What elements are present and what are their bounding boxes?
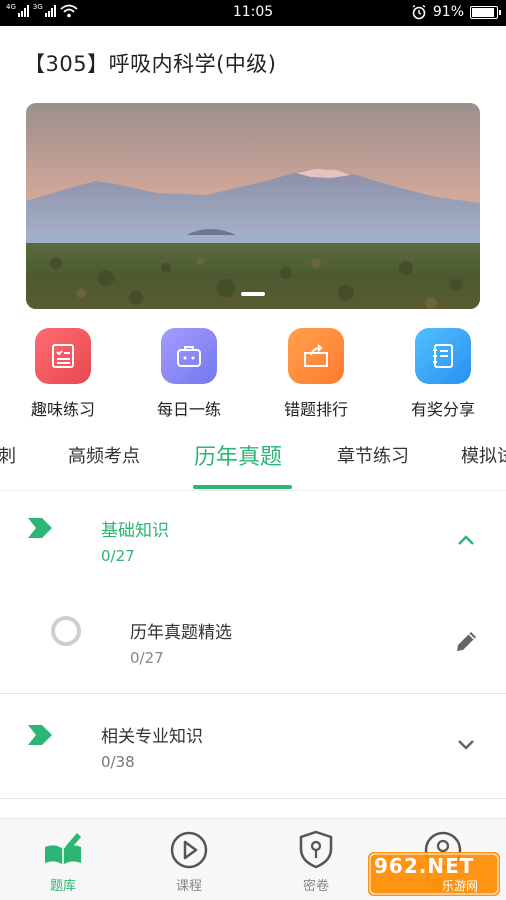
tab-past-exams[interactable]: 历年真题 [194,439,282,471]
active-tab-indicator [193,485,292,489]
battery-fill [472,7,494,17]
page-title: 【305】呼吸内科学(中级) [24,52,277,76]
tab-divider [0,490,506,491]
tab-mock-exam[interactable]: 模拟试 [461,442,506,468]
folder-share-icon [288,328,344,384]
battery-icon [470,5,501,19]
shield-key-icon [299,830,333,869]
section-progress: 0/38 [101,753,135,771]
banner-carousel[interactable] [26,103,480,309]
watermark-subtext: 乐游网 [442,879,479,893]
section-progress: 0/27 [101,547,135,565]
nav-secret-papers[interactable]: 密卷 [276,829,356,894]
play-circle-icon [170,831,208,869]
tab-chapter-practice[interactable]: 章节练习 [337,442,409,468]
book-pen-icon [45,833,81,865]
quiz-list-icon [35,328,91,384]
notebook-icon [415,328,471,384]
sub-item-progress: 0/27 [130,649,164,667]
shortcut-wrong-ranking[interactable]: 错题排行 [261,328,371,420]
shortcut-daily-practice[interactable]: 每日一练 [134,328,244,420]
nav-question-bank[interactable]: 题库 [23,829,103,894]
chevron-down-icon[interactable] [456,738,476,752]
toolbox-icon [161,328,217,384]
category-tabs: 刺 高频考点 历年真题 章节练习 模拟试 [0,430,506,490]
shortcut-grid: 趣味练习 每日一练 错题排行 有奖分享 [0,328,506,420]
section-title: 相关专业知识 [101,727,203,747]
tab-sprint[interactable]: 刺 [0,442,16,468]
shortcut-label: 有奖分享 [410,400,475,419]
flag-chevron-icon [28,725,52,745]
site-watermark-logo: 962.NET 乐游网 [368,852,500,896]
alarm-icon [412,4,426,20]
nav-label: 题库 [49,879,76,894]
tab-high-frequency[interactable]: 高频考点 [68,442,140,468]
banner-image [26,103,480,309]
status-bar: 4G 3G 11:05 91% [0,0,506,26]
shortcut-fun-practice[interactable]: 趣味练习 [8,328,118,420]
nav-label: 密卷 [302,879,329,894]
nav-label: 课程 [175,879,202,894]
row-divider [0,798,506,799]
sub-item-title: 历年真题精选 [130,623,232,643]
shortcut-label: 错题排行 [283,400,348,419]
shortcut-label: 趣味练习 [30,400,95,419]
chevron-up-icon[interactable] [456,533,476,547]
nav-courses[interactable]: 课程 [149,829,229,894]
edit-pencil-icon[interactable] [453,627,481,655]
carousel-indicator [241,292,265,296]
progress-ring-icon [51,616,81,646]
shortcut-reward-share[interactable]: 有奖分享 [388,328,498,420]
section-title: 基础知识 [101,521,169,541]
watermark-text: 962.NET [374,854,475,878]
battery-percent: 91% [432,4,464,20]
flag-chevron-icon [28,518,52,538]
row-divider [0,693,506,694]
shortcut-label: 每日一练 [156,400,221,419]
